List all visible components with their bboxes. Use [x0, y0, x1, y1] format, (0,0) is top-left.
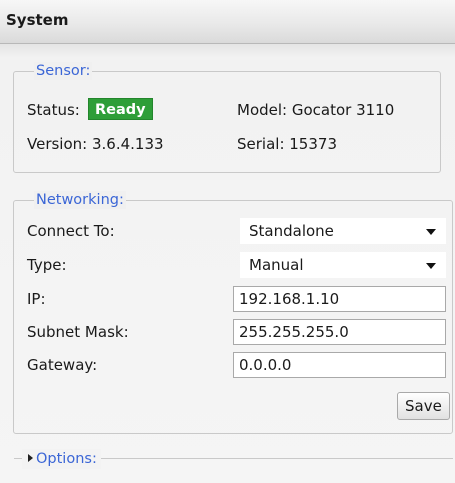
- sensor-legend: Sensor:: [34, 62, 93, 80]
- chevron-down-icon: [426, 229, 436, 235]
- panel-title: System: [6, 11, 69, 29]
- connect-to-label: Connect To:: [27, 222, 115, 240]
- save-button[interactable]: Save: [397, 392, 450, 420]
- system-panel: System Sensor: Status: Ready Model: Goca…: [0, 0, 455, 483]
- status-label: Status:: [27, 101, 80, 119]
- sensor-group: [13, 71, 441, 173]
- chevron-down-icon: [426, 263, 436, 269]
- connect-to-value: Standalone: [249, 222, 334, 240]
- type-value: Manual: [249, 256, 304, 274]
- type-label: Type:: [27, 256, 67, 274]
- options-legend: Options:: [36, 451, 97, 467]
- ip-field[interactable]: [233, 286, 446, 312]
- serial-text: Serial: 15373: [237, 135, 337, 153]
- ip-label: IP:: [27, 290, 46, 308]
- type-select[interactable]: Manual: [240, 252, 446, 278]
- panel-header: System: [0, 0, 455, 44]
- options-toggle[interactable]: Options:: [22, 449, 101, 469]
- model-text: Model: Gocator 3110: [237, 101, 395, 119]
- gateway-field[interactable]: [233, 352, 446, 378]
- connect-to-select[interactable]: Standalone: [240, 218, 446, 244]
- version-text: Version: 3.6.4.133: [27, 135, 164, 153]
- networking-legend: Networking:: [34, 191, 126, 209]
- gateway-label: Gateway:: [27, 356, 98, 374]
- subnet-mask-label: Subnet Mask:: [27, 323, 129, 341]
- triangle-right-icon: [28, 454, 33, 462]
- status-badge: Ready: [88, 98, 153, 120]
- subnet-mask-field[interactable]: [233, 319, 446, 345]
